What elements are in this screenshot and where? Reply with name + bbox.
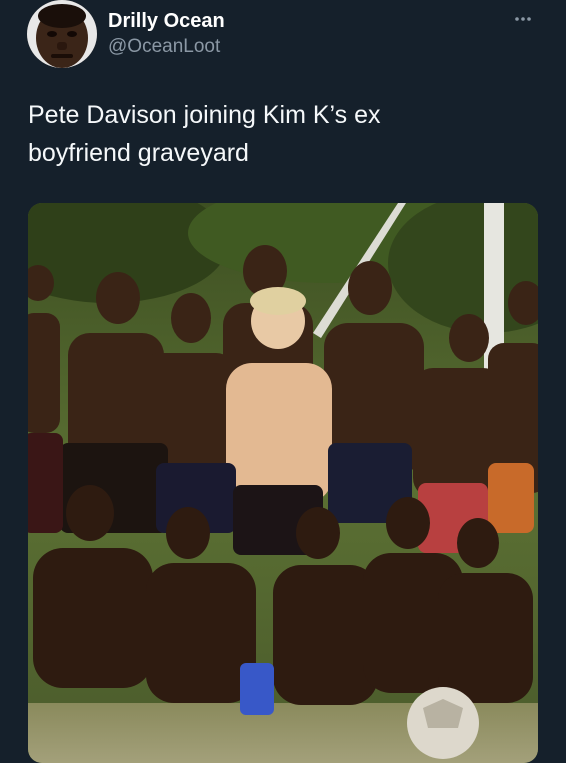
profile-photo-icon — [27, 0, 97, 68]
author-display-name[interactable]: Drilly Ocean — [108, 10, 225, 33]
tweet-media-photo[interactable] — [28, 203, 538, 763]
author-handle[interactable]: @OceanLoot — [108, 36, 220, 58]
group-photo-icon — [28, 203, 538, 763]
tweet-text-line-1: Pete Davison joining Kim K’s ex — [28, 101, 381, 129]
author-avatar[interactable] — [27, 0, 97, 68]
more-options-icon — [515, 17, 531, 21]
tweet-text-line-2: boyfriend graveyard — [28, 139, 249, 167]
more-options-button[interactable] — [506, 8, 540, 30]
tweet-card: Drilly Ocean @OceanLoot Pete Davison joi… — [0, 0, 566, 763]
tweet-text: Pete Davison joining Kim K’s ex boyfrien… — [28, 96, 528, 172]
